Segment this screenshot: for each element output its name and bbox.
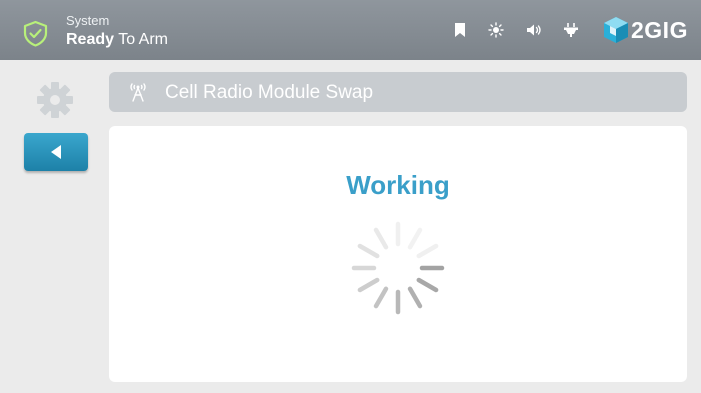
volume-icon[interactable] xyxy=(526,22,542,38)
shield-check-icon xyxy=(23,20,48,47)
title-bar: Cell Radio Module Swap xyxy=(109,72,687,112)
screen: System Ready To Arm 2GIG Cell Radio Modu… xyxy=(0,0,701,393)
arm-status-bold: Ready xyxy=(66,31,115,48)
system-label: System xyxy=(66,13,110,28)
status-bar: System Ready To Arm 2GIG xyxy=(0,0,701,60)
page-title: Cell Radio Module Swap xyxy=(165,82,374,103)
content-panel: Working xyxy=(109,126,687,382)
loading-spinner-icon xyxy=(351,221,445,315)
cell-tower-icon xyxy=(130,83,146,102)
bookmark-icon[interactable] xyxy=(452,22,468,38)
arm-status: Ready To Arm xyxy=(66,31,168,49)
brightness-icon[interactable] xyxy=(488,22,504,38)
gear-icon[interactable] xyxy=(34,79,76,121)
back-button[interactable] xyxy=(24,133,88,171)
power-plug-icon xyxy=(564,23,578,37)
cube-logo-icon xyxy=(604,17,628,43)
working-status: Working xyxy=(346,170,450,200)
brand-name: 2GIG xyxy=(631,17,688,43)
arm-status-rest: To Arm xyxy=(114,31,168,48)
back-arrow-icon xyxy=(51,145,61,159)
